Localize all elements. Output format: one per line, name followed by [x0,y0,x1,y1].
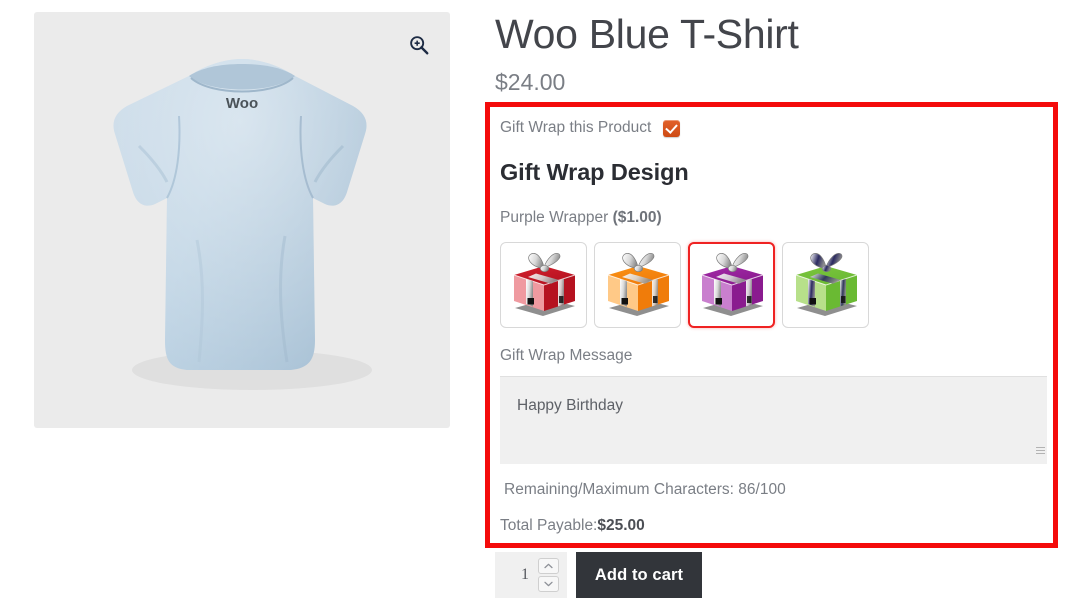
total-payable-amount: $25.00 [597,517,645,534]
selected-wrapper-label: Purple Wrapper ($1.00) [500,186,1047,227]
gift-wrap-checkbox[interactable] [663,119,681,137]
total-payable-row: Total Payable:$25.00 [500,499,1047,535]
product-image[interactable]: Woo [34,12,450,428]
character-counter: Remaining/Maximum Characters: 86/100 [504,481,786,498]
gift-wrap-panel: Gift Wrap this Product Gift Wrap Design … [485,102,1058,548]
gift-box-icon [795,253,857,316]
product-price: $24.00 [495,68,566,95]
gift-box-icon [513,253,575,316]
total-payable-label: Total Payable: [500,517,598,534]
add-to-cart-row: 1 Add to cart [495,552,702,598]
selected-wrapper-price: ($1.00) [612,209,662,226]
gift-box-icon [607,253,669,316]
gift-wrap-design-option[interactable] [594,242,681,328]
gift-wrap-heading: Gift Wrap Design [500,159,689,185]
gift-wrap-design-option[interactable] [500,242,587,328]
gift-wrap-message-input[interactable] [500,376,1047,464]
gift-wrap-design-option[interactable] [688,242,775,328]
product-gallery: Woo [34,12,450,428]
gift-box-icon [701,253,763,316]
quantity-decrease-button[interactable] [538,576,559,592]
quantity-value: 1 [521,566,529,583]
gift-wrap-design-option[interactable] [782,242,869,328]
page-title: Woo Blue T-Shirt [495,11,799,57]
magnifier-plus-icon[interactable] [408,34,430,56]
gift-wrap-checkbox-label: Gift Wrap this Product [500,119,652,136]
add-to-cart-button[interactable]: Add to cart [576,552,702,598]
selected-wrapper-name: Purple Wrapper [500,209,609,226]
tshirt-illustration: Woo [113,59,372,390]
chevron-down-icon [544,581,553,587]
gift-wrap-toggle-row: Gift Wrap this Product [500,115,1047,141]
product-summary: Woo Blue T-Shirt $24.00 Gift Wrap this P… [485,0,1080,608]
chevron-up-icon [544,563,553,569]
gift-wrap-message-label: Gift Wrap Message [500,347,633,364]
gift-wrap-design-choices [500,227,1047,328]
quantity-spinner [538,558,559,592]
shirt-brand-mark: Woo [226,95,258,112]
quantity-increase-button[interactable] [538,558,559,574]
quantity-stepper[interactable]: 1 [495,552,567,598]
